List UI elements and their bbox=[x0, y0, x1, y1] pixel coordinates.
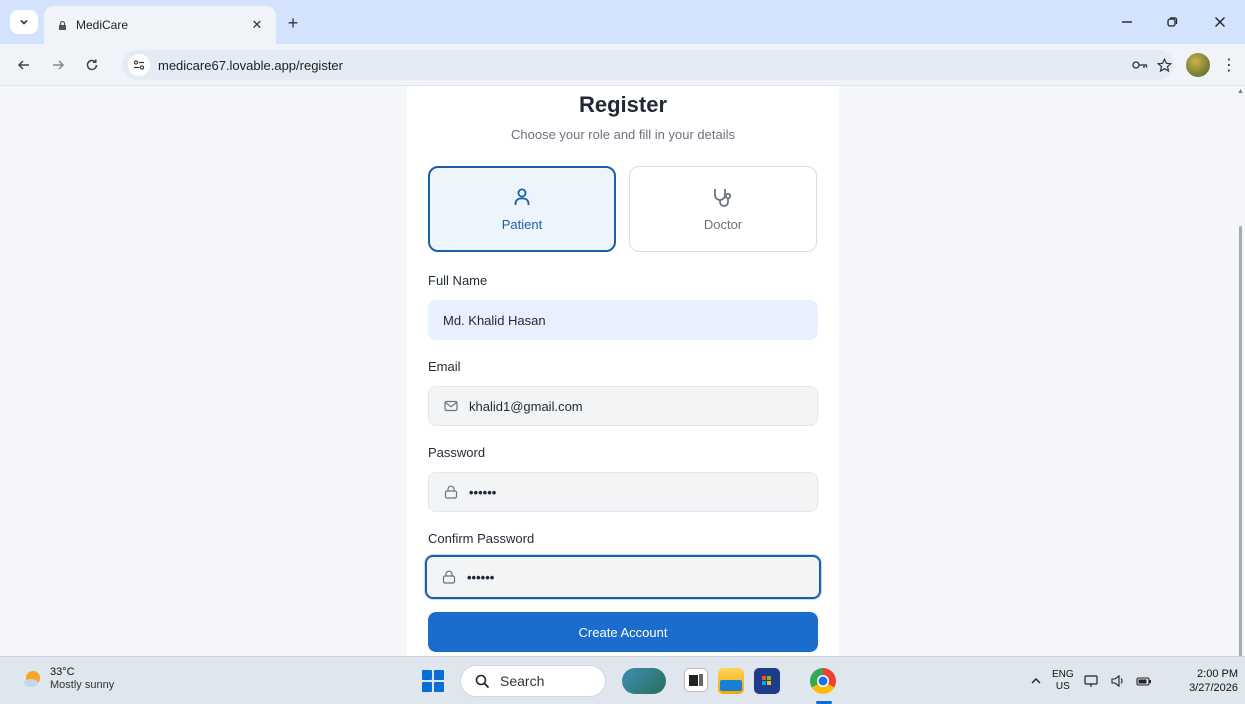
browser-tab[interactable]: MediCare ✕ bbox=[44, 6, 276, 44]
password-label: Password bbox=[428, 445, 486, 460]
windows-logo-tile bbox=[422, 670, 432, 680]
clock-date: 3/27/2026 bbox=[1189, 682, 1238, 694]
back-button[interactable] bbox=[12, 53, 36, 77]
system-tray: ENG US bbox=[1030, 657, 1152, 704]
close-window-button[interactable] bbox=[1200, 8, 1240, 36]
page-subtitle: Choose your role and fill in your detail… bbox=[510, 127, 735, 142]
url-text: medicare67.lovable.app/register bbox=[158, 57, 343, 73]
taskbar-search[interactable]: Search bbox=[460, 665, 606, 697]
clock-time: 2:00 PM bbox=[1197, 668, 1238, 680]
site-info-icon[interactable] bbox=[128, 54, 150, 76]
taskbar-widget-image-icon[interactable] bbox=[622, 668, 666, 694]
chevron-up-icon[interactable] bbox=[1030, 675, 1042, 687]
taskbar-clock[interactable]: 2:00 PM 3/27/2026 bbox=[1178, 667, 1238, 695]
weather-widget[interactable]: 33°C Mostly sunny bbox=[22, 666, 114, 692]
restore-button[interactable] bbox=[1152, 8, 1192, 36]
language-line-2: US bbox=[1055, 681, 1070, 692]
windows-logo-tile bbox=[434, 670, 444, 680]
create-account-button[interactable]: Create Account bbox=[428, 612, 818, 652]
chrome-icon[interactable] bbox=[810, 668, 836, 694]
scrollbar-thumb[interactable] bbox=[1239, 226, 1242, 656]
network-icon[interactable] bbox=[1084, 673, 1100, 689]
lock-icon bbox=[441, 569, 457, 585]
taskbar-search-label: Search bbox=[500, 673, 545, 689]
task-view-icon[interactable] bbox=[684, 668, 708, 692]
language-indicator[interactable]: ENG US bbox=[1052, 669, 1074, 693]
weather-temp: 33°C bbox=[50, 666, 75, 678]
role-patient-button[interactable]: Patient bbox=[428, 166, 616, 252]
windows-start-button[interactable] bbox=[422, 670, 444, 692]
minimize-button[interactable] bbox=[1107, 8, 1147, 36]
battery-icon[interactable] bbox=[1136, 673, 1152, 689]
mail-icon bbox=[443, 398, 459, 414]
confirm-password-value: •••••• bbox=[467, 569, 495, 585]
arrow-left-icon bbox=[17, 60, 29, 70]
email-field[interactable]: khalid1@gmail.com bbox=[428, 386, 818, 426]
minimize-icon bbox=[1122, 21, 1132, 23]
email-value: khalid1@gmail.com bbox=[469, 398, 583, 414]
confirm-password-label: Confirm Password bbox=[428, 531, 535, 546]
page-viewport: Register Choose your role and fill in yo… bbox=[0, 86, 1245, 656]
arrow-right-icon bbox=[53, 60, 65, 70]
language-line-1: ENG bbox=[1052, 669, 1074, 680]
user-icon bbox=[514, 188, 530, 205]
role-patient-label: Patient bbox=[501, 216, 543, 232]
role-doctor-label: Doctor bbox=[703, 216, 743, 232]
file-explorer-icon[interactable] bbox=[718, 668, 744, 694]
confirm-password-field[interactable]: •••••• bbox=[425, 555, 821, 599]
reload-icon bbox=[86, 59, 98, 71]
close-icon bbox=[1215, 17, 1225, 27]
restore-icon bbox=[1167, 17, 1178, 27]
browser-menu-icon[interactable]: ⋮ bbox=[1221, 53, 1237, 77]
password-value: •••••• bbox=[469, 484, 497, 500]
password-field[interactable]: •••••• bbox=[428, 472, 818, 512]
full-name-field[interactable]: Md. Khalid Hasan bbox=[428, 300, 818, 340]
stethoscope-icon bbox=[714, 188, 732, 207]
microsoft-store-icon[interactable] bbox=[754, 668, 780, 694]
chevron-down-icon bbox=[20, 19, 28, 25]
full-name-value: Md. Khalid Hasan bbox=[443, 312, 546, 328]
address-bar[interactable]: medicare67.lovable.app/register bbox=[122, 50, 1174, 80]
scroll-up-arrow-icon[interactable]: ▲ bbox=[1236, 88, 1245, 96]
close-tab-icon[interactable]: ✕ bbox=[248, 16, 266, 34]
bookmark-star-icon[interactable] bbox=[1154, 55, 1174, 75]
browser-tab-strip: MediCare ✕ + bbox=[0, 0, 1245, 44]
browser-toolbar: medicare67.lovable.app/register ⋮ bbox=[0, 44, 1245, 86]
lock-icon bbox=[443, 484, 459, 500]
new-tab-button[interactable]: + bbox=[282, 12, 304, 34]
search-icon bbox=[475, 674, 490, 688]
tab-title: MediCare bbox=[76, 18, 129, 32]
volume-icon[interactable] bbox=[1110, 673, 1126, 689]
full-name-label: Full Name bbox=[428, 273, 488, 288]
profile-avatar[interactable] bbox=[1186, 53, 1210, 77]
windows-logo-tile bbox=[422, 682, 432, 692]
forward-button[interactable] bbox=[46, 53, 70, 77]
register-card: Register Choose your role and fill in yo… bbox=[407, 86, 839, 656]
page-title: Register bbox=[578, 92, 668, 117]
reload-button[interactable] bbox=[80, 53, 104, 77]
site-favicon-icon bbox=[56, 19, 68, 31]
windows-logo-tile bbox=[434, 682, 444, 692]
weather-desc: Mostly sunny bbox=[50, 679, 115, 691]
email-label: Email bbox=[428, 359, 461, 374]
windows-taskbar: 33°C Mostly sunny Search ENG US 2:00 PM … bbox=[0, 656, 1245, 704]
sun-cloud-icon bbox=[22, 668, 44, 690]
role-doctor-button[interactable]: Doctor bbox=[629, 166, 817, 252]
tab-search-button[interactable] bbox=[10, 10, 38, 34]
password-key-icon[interactable] bbox=[1130, 55, 1150, 75]
